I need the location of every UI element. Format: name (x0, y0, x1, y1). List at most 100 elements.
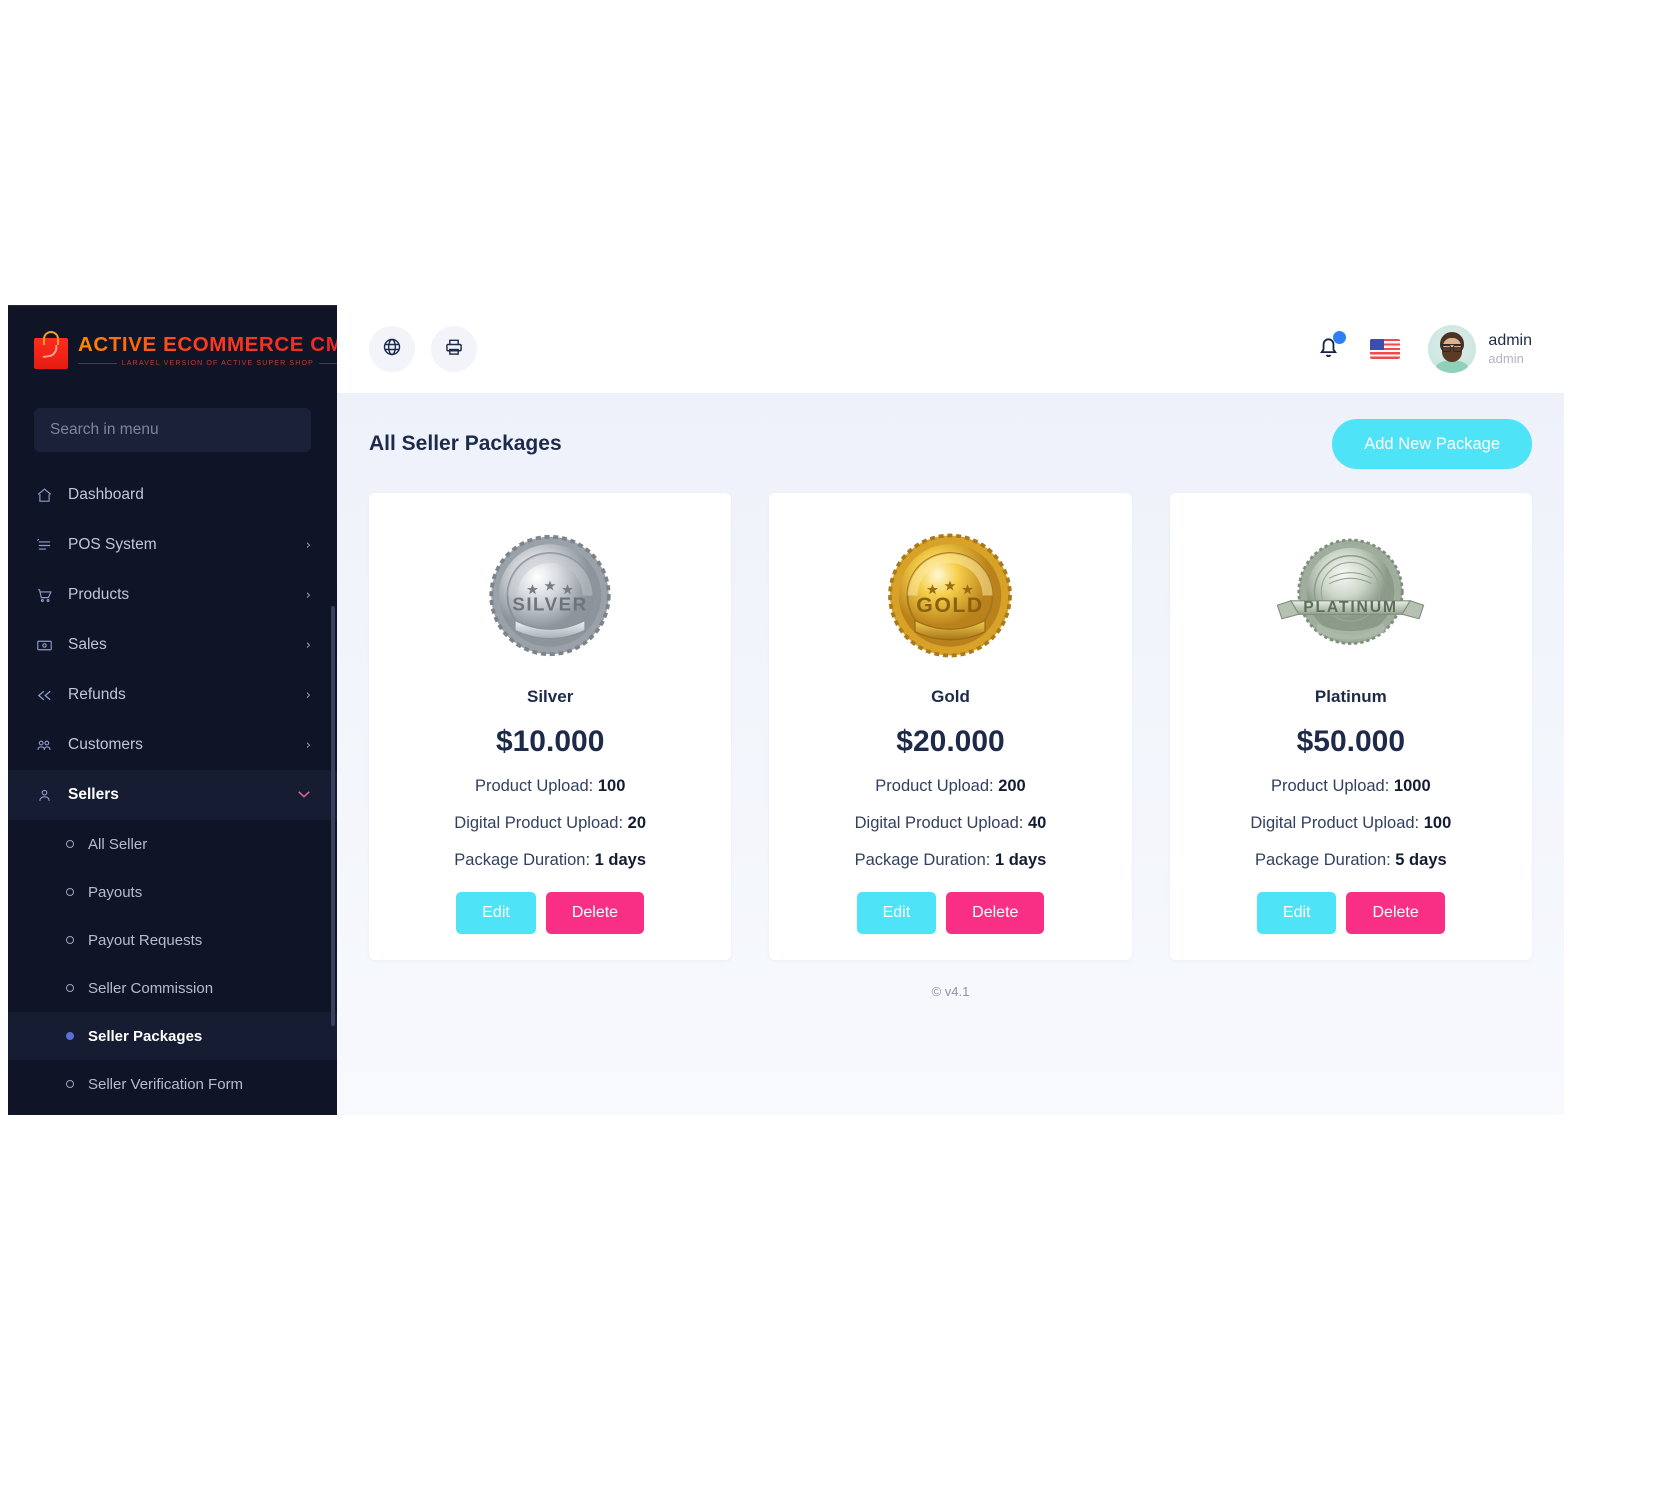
sidebar-item-products[interactable]: Products › (8, 570, 337, 620)
printer-icon (444, 337, 464, 362)
package-price: $50.000 (1296, 725, 1406, 758)
digital-upload-value: 100 (1423, 814, 1452, 832)
add-new-package-button[interactable]: Add New Package (1332, 419, 1532, 469)
rewind-icon (34, 687, 54, 704)
avatar (1428, 325, 1477, 373)
package-name: Silver (527, 687, 574, 706)
sidebar-item-customers[interactable]: Customers › (8, 720, 337, 770)
digital-upload-label: Digital Product Upload: (854, 814, 1024, 832)
money-icon (34, 637, 54, 654)
shopping-bag-icon (34, 331, 68, 369)
package-actions: Edit Delete (789, 892, 1111, 934)
sidebar: ACTIVE ECOMMERCE CMS LARAVEL VERSION OF … (8, 305, 337, 1115)
sidebar-item-sales[interactable]: Sales › (8, 620, 337, 670)
notifications-button[interactable] (1315, 331, 1347, 365)
sidebar-subitem-payouts[interactable]: Payouts (8, 868, 337, 916)
sidebar-scrollbar[interactable] (331, 606, 335, 1026)
sidebar-subitem-all-seller[interactable]: All Seller (8, 820, 337, 868)
sidebar-subitem-label: Payouts (88, 883, 143, 901)
package-name: Platinum (1314, 687, 1387, 706)
sidebar-subitem-label: Seller Verification Form (88, 1075, 244, 1093)
globe-button[interactable] (369, 326, 415, 372)
print-button[interactable] (431, 326, 477, 372)
product-upload-value: 100 (597, 777, 626, 795)
sidebar-item-label: Sales (68, 636, 107, 653)
silver-medal-icon: SILVER (389, 523, 711, 673)
page-content: All Seller Packages Add New Package SILV… (337, 393, 1564, 1115)
bullet-icon (66, 1032, 74, 1040)
chevron-right-icon: › (305, 587, 311, 603)
users-icon (34, 737, 54, 754)
product-upload-value: 200 (998, 777, 1026, 795)
digital-upload-label: Digital Product Upload: (454, 814, 624, 832)
user-name: admin (1488, 331, 1532, 349)
product-upload-label: Product Upload: (474, 777, 594, 795)
sidebar-subitem-seller-commission[interactable]: Seller Commission (8, 964, 337, 1012)
edit-button[interactable]: Edit (856, 892, 937, 934)
svg-text:PLATINUM: PLATINUM (1304, 599, 1399, 616)
package-product-upload: Product Upload: 100 (389, 777, 711, 796)
package-card: SILVER Silver $10.000 Product Upload: 10… (369, 493, 732, 960)
delete-button[interactable]: Delete (946, 892, 1045, 934)
user-icon (34, 787, 54, 804)
bullet-icon (66, 840, 74, 848)
brand-logo[interactable]: ACTIVE ECOMMERCE CMS LARAVEL VERSION OF … (8, 306, 337, 394)
package-product-upload: Product Upload: 200 (789, 777, 1111, 796)
sidebar-subitem-seller-verification-form[interactable]: Seller Verification Form (8, 1060, 337, 1108)
digital-upload-value: 20 (627, 814, 647, 832)
package-duration: Package Duration: 1 days (389, 851, 711, 870)
product-upload-value: 1000 (1393, 777, 1431, 795)
topbar: admin admin (337, 305, 1564, 393)
user-menu[interactable]: admin admin (1428, 325, 1532, 373)
pos-icon (34, 537, 54, 554)
delete-button[interactable]: Delete (545, 892, 645, 934)
package-price: $20.000 (896, 725, 1005, 758)
sidebar-item-label: Sellers (68, 786, 119, 803)
sidebar-subitem-seller-packages[interactable]: Seller Packages (8, 1012, 337, 1060)
page-title: All Seller Packages (369, 432, 562, 455)
chevron-right-icon: › (305, 637, 311, 653)
bullet-icon (66, 984, 74, 992)
package-card-list: SILVER Silver $10.000 Product Upload: 10… (369, 493, 1532, 960)
digital-upload-label: Digital Product Upload: (1250, 814, 1420, 832)
digital-upload-value: 40 (1027, 814, 1047, 832)
package-digital-upload: Digital Product Upload: 20 (389, 814, 711, 833)
duration-label: Package Duration: (854, 851, 991, 869)
edit-button[interactable]: Edit (456, 892, 536, 934)
sidebar-item-sellers[interactable]: Sellers (8, 770, 337, 820)
sidebar-item-dashboard[interactable]: Dashboard (8, 470, 337, 520)
brand-subtitle: LARAVEL VERSION OF ACTIVE SUPER SHOP (78, 359, 337, 367)
sidebar-subitem-payout-requests[interactable]: Payout Requests (8, 916, 337, 964)
package-card: GOLD Gold $20.000 Product Upload: 200 Di… (769, 493, 1132, 960)
product-upload-label: Product Upload: (1271, 777, 1390, 795)
sidebar-item-label: Dashboard (68, 486, 144, 503)
bullet-icon (66, 936, 74, 944)
chevron-right-icon: › (305, 537, 311, 553)
page-header: All Seller Packages Add New Package (369, 419, 1532, 469)
package-price: $10.000 (495, 725, 605, 758)
package-duration: Package Duration: 1 days (789, 851, 1111, 870)
globe-icon (382, 337, 402, 362)
bullet-icon (66, 888, 74, 896)
sidebar-subitem-label: All Seller (88, 835, 148, 853)
search-input[interactable] (34, 408, 311, 452)
sidebar-item-label: Refunds (68, 686, 126, 703)
package-duration: Package Duration: 5 days (1190, 851, 1512, 870)
sidebar-item-label: POS System (68, 536, 157, 553)
edit-button[interactable]: Edit (1256, 892, 1337, 934)
us-flag-icon[interactable] (1370, 339, 1401, 359)
sidebar-subitem-label: Payout Requests (88, 931, 203, 949)
package-product-upload: Product Upload: 1000 (1190, 777, 1512, 796)
sidebar-item-pos-system[interactable]: POS System › (8, 520, 337, 570)
chevron-right-icon: › (305, 687, 311, 703)
duration-label: Package Duration: (1254, 851, 1391, 869)
duration-value: 1 days (994, 851, 1047, 869)
sidebar-subitem-label: Seller Commission (88, 979, 214, 997)
brand-title: ACTIVE ECOMMERCE CMS (78, 333, 337, 357)
package-digital-upload: Digital Product Upload: 100 (1190, 814, 1512, 833)
admin-dashboard: ACTIVE ECOMMERCE CMS LARAVEL VERSION OF … (8, 305, 1564, 1115)
sidebar-item-refunds[interactable]: Refunds › (8, 670, 337, 720)
package-actions: Edit Delete (1190, 892, 1512, 934)
bell-icon (1315, 338, 1342, 364)
delete-button[interactable]: Delete (1346, 892, 1445, 934)
